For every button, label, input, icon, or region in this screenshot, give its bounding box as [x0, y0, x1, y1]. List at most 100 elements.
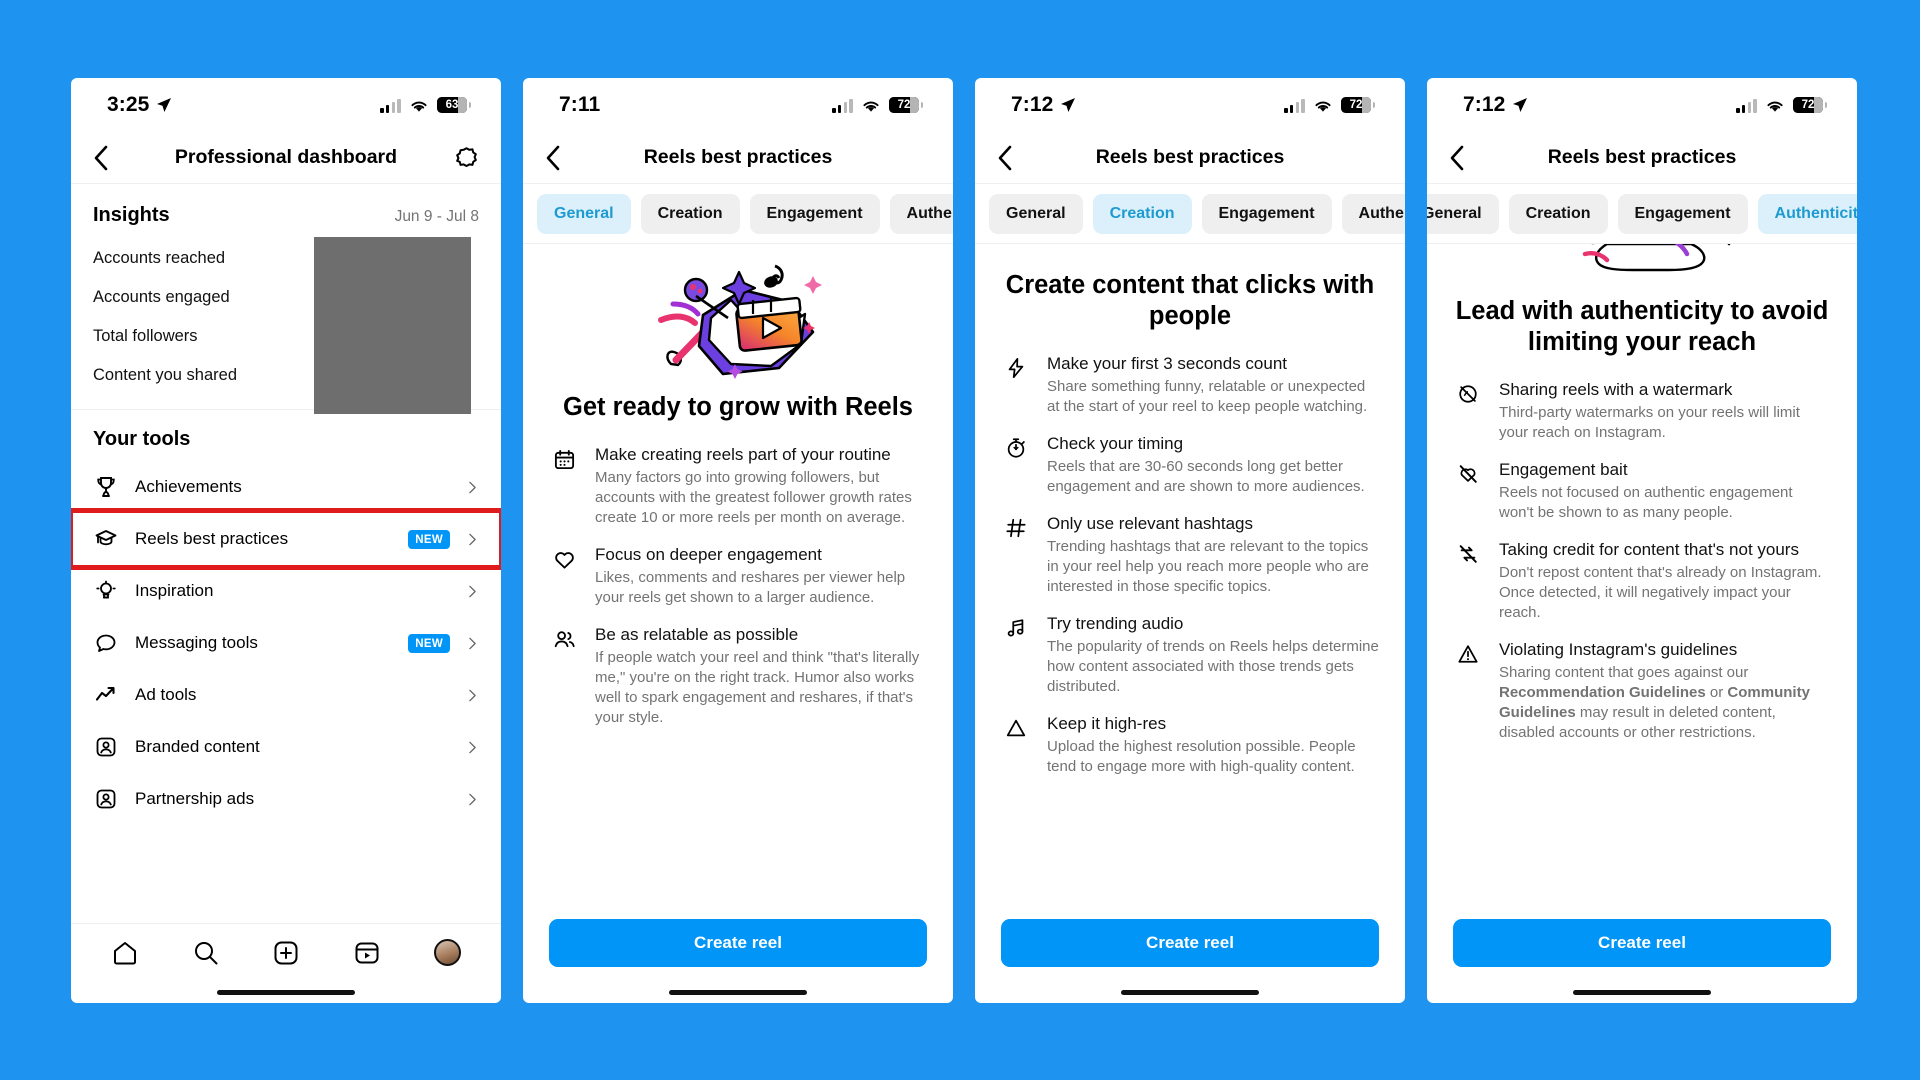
chevron-left-icon: [546, 145, 560, 170]
trophy-icon: [93, 474, 119, 500]
dashboard-body: Insights Jun 9 - Jul 8 Accounts reached …: [71, 184, 501, 923]
nav-bar: Reels best practices: [1427, 132, 1857, 184]
tip-item: Taking credit for content that's not you…: [1453, 532, 1831, 632]
chevron-right-icon: [469, 793, 476, 805]
tool-label: Reels best practices: [135, 529, 289, 548]
tool-row-messaging-tools[interactable]: Messaging tools NEW: [71, 617, 501, 669]
create-reel-button[interactable]: Create reel: [549, 919, 927, 967]
wifi-icon: [1767, 101, 1783, 112]
tab-creation[interactable]: Creation: [1508, 193, 1608, 234]
tool-label: Ad tools: [135, 685, 197, 704]
back-button[interactable]: [997, 145, 1027, 171]
tab-creation[interactable]: Creation: [640, 193, 740, 234]
tip-description-rich: Sharing content that goes against our Re…: [1499, 663, 1831, 743]
tool-label: Messaging tools: [135, 633, 258, 652]
category-tabs: General Creation Engagement Authenticity: [1427, 184, 1857, 244]
create-reel-button[interactable]: Create reel: [1001, 919, 1379, 967]
chevron-right-icon: [469, 741, 476, 753]
tool-row-branded-content[interactable]: Branded content: [71, 721, 501, 773]
settings-button[interactable]: [454, 145, 479, 170]
insights-date-range: Jun 9 - Jul 8: [394, 208, 479, 225]
screenshot-stage: 3:25 63 Professional dashboard Insights …: [0, 0, 1920, 1080]
tab-general[interactable]: General: [1427, 193, 1499, 234]
recommendation-guidelines-link[interactable]: Recommendation Guidelines: [1499, 684, 1706, 701]
chevron-right-icon: [469, 689, 476, 701]
phone-reels-authenticity: 7:12 72 Reels best practices General Cre…: [1427, 78, 1857, 1003]
tool-row-reels-best-practices[interactable]: Reels best practices NEW: [71, 508, 501, 570]
search-icon[interactable]: [192, 939, 220, 967]
tool-row-inspiration[interactable]: Inspiration: [71, 565, 501, 617]
chevron-left-icon: [94, 145, 108, 170]
reels-icon[interactable]: [353, 939, 381, 967]
trending-up-icon: [93, 682, 119, 708]
add-post-icon[interactable]: [272, 939, 300, 967]
cellular-signal-icon: [832, 98, 853, 113]
category-tabs: General Creation Engagement Authenticity: [523, 184, 953, 244]
status-bar: 7:12 72: [1427, 78, 1857, 132]
battery-level: 72: [1801, 99, 1815, 111]
branded-content-icon: [93, 734, 119, 760]
status-left: 3:25: [107, 93, 172, 117]
tab-general[interactable]: General: [537, 193, 631, 234]
heart-icon: [549, 544, 579, 608]
create-reel-button[interactable]: Create reel: [1453, 919, 1831, 967]
battery-icon: 72: [889, 97, 923, 113]
tab-engagement[interactable]: Engagement: [1617, 193, 1748, 234]
page-title: Reels best practices: [1095, 146, 1285, 168]
status-left: 7:11: [559, 93, 600, 117]
tip-description: Trending hashtags that are relevant to t…: [1047, 538, 1369, 596]
tool-label: Achievements: [135, 477, 242, 496]
chevron-left-icon: [998, 145, 1012, 170]
tip-description: Third-party watermarks on your reels wil…: [1499, 404, 1800, 442]
reels-content: Get ready to grow with Reels Make creati…: [523, 244, 953, 909]
tip-item: Only use relevant hashtags Trending hash…: [1001, 506, 1379, 606]
tool-row-achievements[interactable]: Achievements: [71, 461, 501, 513]
reels-burst-illustration: [549, 244, 927, 386]
tab-engagement[interactable]: Engagement: [1201, 193, 1332, 234]
cellular-signal-icon: [1284, 98, 1305, 113]
tab-general[interactable]: General: [989, 193, 1083, 234]
chat-bubble-icon: [93, 630, 119, 656]
status-left: 7:12: [1011, 93, 1076, 117]
home-icon[interactable]: [111, 939, 139, 967]
phone-professional-dashboard: 3:25 63 Professional dashboard Insights …: [71, 78, 501, 1003]
phone-reels-creation: 7:12 72 Reels best practices General Cre…: [975, 78, 1405, 1003]
tip-item: Be as relatable as possible If people wa…: [549, 617, 927, 737]
cta-area: Create reel: [523, 909, 953, 981]
back-button[interactable]: [545, 145, 575, 171]
battery-icon: 63: [437, 97, 471, 113]
status-bar: 7:11 72: [523, 78, 953, 132]
lightning-bolt-icon: [1001, 353, 1031, 417]
back-button[interactable]: [1449, 145, 1479, 171]
no-engagement-bait-icon: [1453, 459, 1483, 523]
tip-title: Taking credit for content that's not you…: [1499, 540, 1799, 560]
music-note-icon: [1001, 613, 1031, 697]
tip-description: Reels not focused on authentic engagemen…: [1499, 484, 1793, 522]
calendar-icon: [549, 444, 579, 528]
tool-row-partnership-ads[interactable]: Partnership ads: [71, 773, 501, 825]
page-title: Professional dashboard: [174, 146, 398, 168]
tool-row-ad-tools[interactable]: Ad tools: [71, 669, 501, 721]
reels-heading: Get ready to grow with Reels: [563, 393, 913, 421]
authenticity-illustration: [1453, 244, 1831, 290]
cellular-signal-icon: [1736, 98, 1757, 113]
tab-engagement[interactable]: Engagement: [749, 193, 880, 234]
insights-header: Insights Jun 9 - Jul 8: [71, 184, 501, 239]
reels-heading: Create content that clicks with people: [1005, 271, 1375, 331]
tab-authenticity[interactable]: Authenticity: [1341, 193, 1405, 234]
battery-level: 63: [445, 99, 459, 111]
tool-label: Inspiration: [135, 581, 214, 600]
tip-description: Share something funny, relatable or unex…: [1047, 378, 1368, 416]
cellular-signal-icon: [380, 98, 401, 113]
status-time: 7:12: [1011, 93, 1054, 116]
tool-label: Partnership ads: [135, 789, 255, 808]
back-button[interactable]: [93, 145, 123, 171]
tip-item: Focus on deeper engagement Likes, commen…: [549, 537, 927, 617]
tab-creation[interactable]: Creation: [1092, 193, 1192, 234]
status-badge: NEW: [408, 633, 450, 653]
tab-authenticity[interactable]: Authenticity: [1757, 193, 1857, 234]
tab-authenticity[interactable]: Authenticity: [889, 193, 953, 234]
status-right: 72: [832, 97, 923, 113]
nav-bar: Professional dashboard: [71, 132, 501, 184]
profile-avatar[interactable]: [433, 939, 461, 966]
